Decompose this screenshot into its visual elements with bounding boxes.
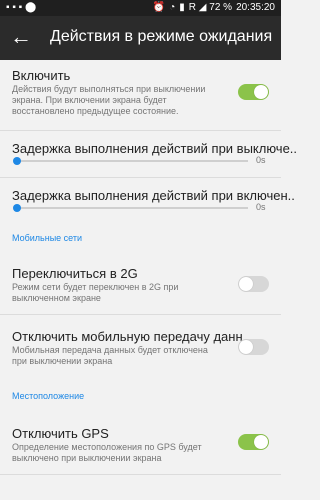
signal-icon: ▮ xyxy=(179,2,185,13)
alarm-icon: ⏰ xyxy=(152,2,166,13)
toggle-knob xyxy=(254,435,268,449)
app-toolbar: ← Действия в режиме ожидания xyxy=(0,16,281,60)
delay-on-slider[interactable] xyxy=(13,204,248,212)
page-title: Действия в режиме ожидания xyxy=(50,28,273,45)
setting-title: Переключиться в 2G xyxy=(12,266,138,281)
section-header-mobile: Мобильные сети xyxy=(12,233,83,243)
setting-title: Задержка выполнения действий при включен… xyxy=(12,188,295,203)
slider-value: 0s xyxy=(256,155,266,165)
setting-title: Отключить мобильную передачу данн.. xyxy=(12,329,250,344)
setting-delay-on[interactable]: Задержка выполнения действий при включен… xyxy=(0,178,295,224)
setting-disable-data[interactable]: Отключить мобильную передачу данн.. Моби… xyxy=(0,315,281,375)
setting-title: Отключить GPS xyxy=(12,426,109,441)
setting-summary: Мобильная передача данных будет отключен… xyxy=(12,345,208,366)
time: 20:35:20 xyxy=(236,2,275,13)
wifi-icon: ◔ xyxy=(169,2,176,13)
setting-summary: Определение местоположения по GPS будет … xyxy=(12,442,202,463)
section-header-location: Местоположение xyxy=(12,391,85,401)
setting-enable[interactable]: Включить Действия будут выполняться при … xyxy=(0,60,281,130)
slider-thumb[interactable] xyxy=(13,204,21,212)
setting-disable-gps[interactable]: Отключить GPS Определение местоположения… xyxy=(0,414,281,474)
setting-delay-off[interactable]: Задержка выполнения действий при выключе… xyxy=(0,131,297,177)
notification-icons: ▪ ▪ ▪ ⬤ xyxy=(6,2,37,13)
settings-list: Включить Действия будут выполняться при … xyxy=(0,60,297,500)
slider-value: 0s xyxy=(256,202,266,212)
status-bar: ▪ ▪ ▪ ⬤ ⏰ ◔ ▮ R ◢ 72 % 20:35:20 xyxy=(0,0,281,16)
setting-title: Задержка выполнения действий при выключе… xyxy=(12,141,298,156)
switch-2g-toggle[interactable] xyxy=(238,276,269,292)
toggle-knob xyxy=(239,277,253,291)
battery-text: R ◢ 72 % xyxy=(188,2,233,13)
slider-thumb[interactable] xyxy=(13,157,21,165)
setting-switch-2g[interactable]: Переключиться в 2G Режим сети будет пере… xyxy=(0,256,281,314)
setting-title: Включить xyxy=(12,68,71,83)
setting-summary: Режим сети будет переключен в 2G при вык… xyxy=(12,282,179,303)
status-icons: ⏰ ◔ ▮ R ◢ 72 % 20:35:20 xyxy=(153,2,275,13)
toggle-knob xyxy=(254,85,268,99)
delay-off-slider[interactable] xyxy=(13,157,248,165)
back-arrow-icon[interactable]: ← xyxy=(10,26,34,50)
disable-data-toggle[interactable] xyxy=(238,339,269,355)
disable-gps-toggle[interactable] xyxy=(238,434,269,450)
divider xyxy=(0,474,281,475)
enable-toggle[interactable] xyxy=(238,84,269,100)
setting-summary: Действия будут выполняться при выключени… xyxy=(12,84,206,116)
toggle-knob xyxy=(239,340,253,354)
